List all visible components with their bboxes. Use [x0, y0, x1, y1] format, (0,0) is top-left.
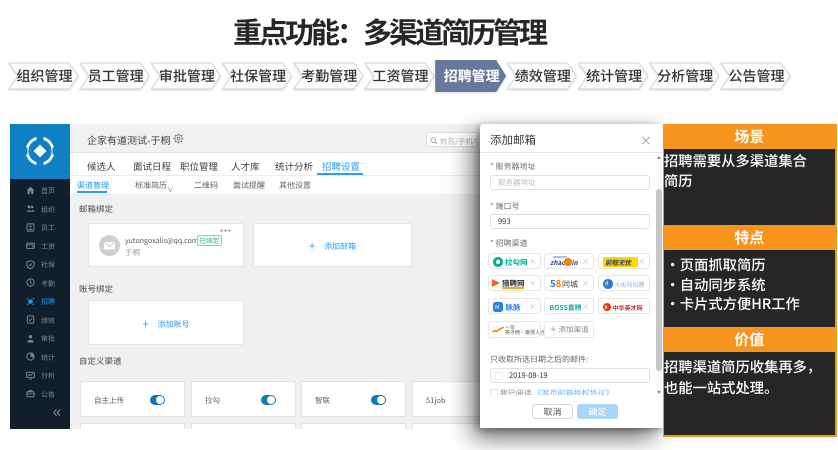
svg-text:招聘管理: 招聘管理: [444, 66, 500, 86]
svg-text:审批管理: 审批管理: [159, 66, 215, 86]
svg-text:社保管理: 社保管理: [230, 66, 286, 86]
svg-text:组织管理: 组织管理: [17, 66, 73, 86]
svg-text:统计管理: 统计管理: [586, 66, 642, 86]
svg-text:工资管理: 工资管理: [373, 66, 429, 86]
svg-text:公告管理: 公告管理: [729, 66, 785, 86]
svg-text:员工管理: 员工管理: [88, 66, 144, 86]
svg-text:绩效管理: 绩效管理: [515, 66, 571, 86]
svg-text:分析管理: 分析管理: [657, 66, 713, 86]
svg-text:考勤管理: 考勤管理: [301, 66, 357, 86]
